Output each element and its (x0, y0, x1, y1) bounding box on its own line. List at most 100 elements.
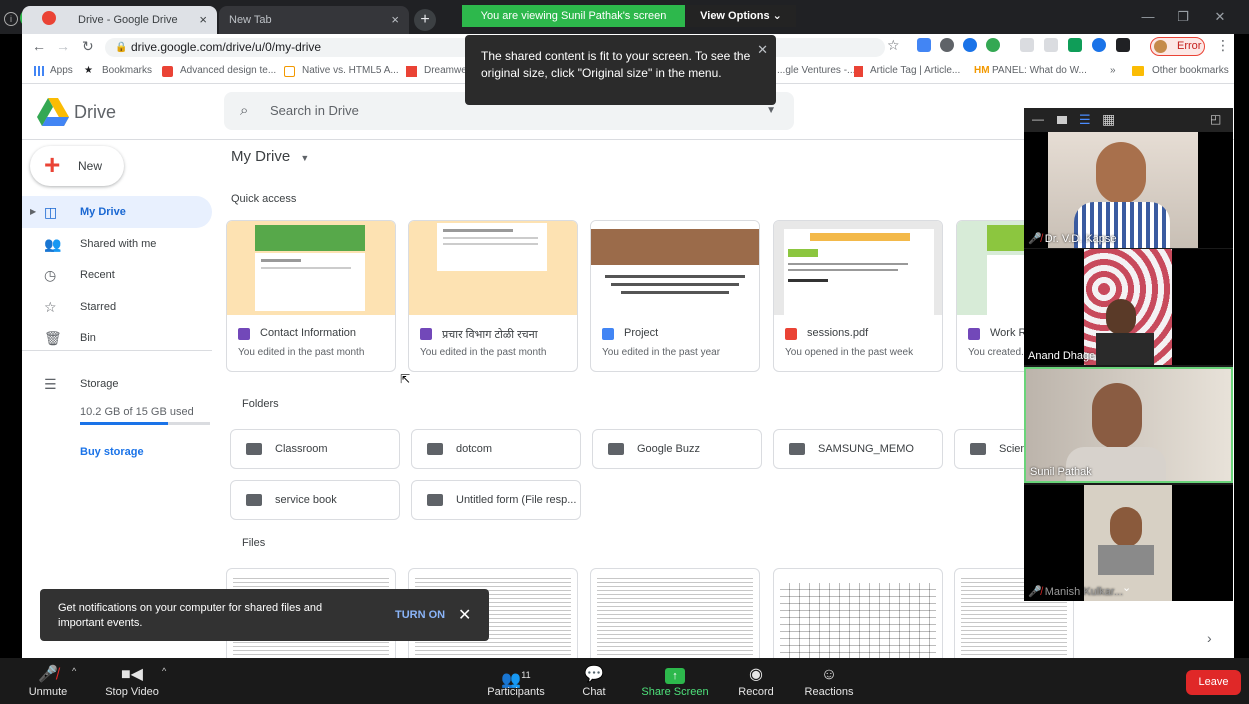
chat-icon: 💬 (584, 666, 604, 683)
adobe-icon (406, 66, 417, 77)
quick-access-card[interactable]: Project You edited in the past year (590, 220, 760, 372)
extension-icon[interactable] (917, 38, 931, 52)
chevron-down-icon[interactable]: ⌄ (1122, 581, 1131, 594)
browser-tab-bar: i ✓ Drive - Google Drive × New Tab × + Y… (0, 0, 1249, 34)
folder-name: SAMSUNG_MEMO (818, 443, 914, 455)
stop-video-button[interactable]: ■◀ Stop Video (100, 658, 164, 704)
folder-name: dotcom (456, 443, 493, 455)
extension-icon[interactable] (1020, 38, 1034, 52)
bookmark-advanced-design[interactable]: Advanced design te... (180, 65, 276, 76)
minimize-icon[interactable]: — (1032, 112, 1044, 126)
video-tile[interactable]: Anand Dhage (1024, 249, 1233, 365)
close-icon[interactable]: ✕ (458, 605, 471, 625)
reload-icon[interactable]: ↻ (82, 38, 94, 55)
record-label: Record (738, 686, 774, 698)
gallery-view-icon[interactable]: ▦ (1102, 111, 1115, 128)
participants-icon: 👥11 (501, 670, 531, 689)
video-tile[interactable]: 🎤̸ Manish Kulkar... ⌄ (1024, 485, 1233, 601)
folder-icon (789, 443, 805, 455)
file-card[interactable] (773, 568, 943, 658)
bookmark-bookmarks[interactable]: Bookmarks (102, 65, 152, 76)
view-options-button[interactable]: View Options ⌄ (686, 5, 796, 27)
avatar (1154, 40, 1167, 53)
sidebar-item-storage[interactable]: ☰ Storage (22, 368, 212, 400)
sidebar-item-starred[interactable]: ☆ Starred (22, 291, 212, 323)
participant-video (1084, 249, 1172, 365)
tab-new-tab[interactable]: New Tab × (219, 6, 409, 34)
form-icon (968, 328, 980, 340)
bookmark-panel[interactable]: PANEL: What do W... (992, 65, 1087, 76)
single-view-icon[interactable] (1057, 116, 1067, 124)
video-tile[interactable]: 🎤̸ Dr. V.D. Kapse (1024, 132, 1233, 248)
extension-icon[interactable] (940, 38, 954, 52)
sidebar-item-shared[interactable]: 👥 Shared with me (22, 228, 212, 260)
extension-icon[interactable] (986, 38, 1000, 52)
close-window-icon[interactable]: ✕ (1200, 6, 1240, 28)
file-title: Contact Information (260, 327, 356, 339)
page-title[interactable]: My Drive ▼ (231, 148, 309, 165)
close-icon[interactable]: ✕ (757, 41, 768, 58)
speaker-view-icon[interactable]: ☰ (1079, 112, 1091, 128)
reactions-button[interactable]: ☺ Reactions (802, 658, 856, 704)
tooltip-text: The shared content is fit to your screen… (481, 49, 751, 80)
new-tab-button[interactable]: + (414, 9, 436, 31)
video-tile-active-speaker[interactable]: Sunil Pathak (1024, 367, 1233, 483)
minimize-icon[interactable]: — (1128, 6, 1168, 28)
leave-button[interactable]: Leave (1186, 670, 1241, 695)
browser-menu-icon[interactable]: ⋮ (1216, 37, 1230, 54)
folder-item[interactable]: SAMSUNG_MEMO (773, 429, 943, 469)
bookmark-article-tag[interactable]: Article Tag | Article... (870, 65, 960, 76)
close-tab-icon[interactable]: × (391, 12, 399, 27)
unmute-button[interactable]: 🎤̸ Unmute (20, 658, 76, 704)
folder-item[interactable]: Classroom (230, 429, 400, 469)
folder-item[interactable]: Untitled form (File resp... (411, 480, 581, 520)
turn-on-button[interactable]: TURN ON (395, 609, 445, 621)
participant-name: Anand Dhage (1028, 350, 1096, 362)
new-button[interactable]: + New (30, 146, 124, 186)
extension-icon[interactable] (1068, 38, 1082, 52)
other-bookmarks[interactable]: Other bookmarks (1152, 65, 1229, 76)
sidebar-item-my-drive[interactable]: ▶ ◫ My Drive (22, 196, 212, 228)
quick-access-card[interactable]: Contact Information You edited in the pa… (226, 220, 396, 372)
quick-access-card[interactable]: sessions.pdf You opened in the past week (773, 220, 943, 372)
zoom-info-icon[interactable]: i (4, 12, 18, 26)
extension-icon[interactable] (1044, 38, 1058, 52)
extension-icon[interactable] (1116, 38, 1130, 52)
exit-panel-icon[interactable]: ◰ (1210, 112, 1221, 126)
folder-item[interactable]: service book (230, 480, 400, 520)
audio-options-icon[interactable]: ^ (72, 666, 76, 676)
scroll-right-icon[interactable]: › (1207, 630, 1212, 646)
participants-button[interactable]: 👥11 Participants (484, 658, 548, 704)
bookmark-apps[interactable]: Apps (50, 65, 73, 76)
extension-icon[interactable] (1092, 38, 1106, 52)
file-activity: You created... (968, 347, 1030, 358)
bookmark-ventures[interactable]: ...gle Ventures -... (777, 65, 855, 76)
folder-item[interactable]: Google Buzz (592, 429, 762, 469)
buy-storage-link[interactable]: Buy storage (80, 446, 144, 458)
bookmark-star-icon[interactable]: ☆ (887, 37, 900, 54)
profile-error-button[interactable]: Error (1150, 37, 1205, 56)
record-button[interactable]: ◉ Record (734, 658, 778, 704)
expand-arrow-icon[interactable]: ▶ (30, 196, 36, 228)
bookmark-native-vs-html5[interactable]: Native vs. HTML5 A... (302, 65, 399, 76)
maximize-icon[interactable]: ❐ (1163, 6, 1203, 28)
video-options-icon[interactable]: ^ (162, 666, 166, 676)
folder-icon (1132, 66, 1144, 76)
share-screen-button[interactable]: ↑ Share Screen (638, 658, 712, 704)
folder-item[interactable]: dotcom (411, 429, 581, 469)
hm-icon: HM (974, 65, 990, 76)
extension-icon[interactable] (963, 38, 977, 52)
file-thumbnail (774, 221, 942, 315)
forward-icon[interactable]: → (56, 38, 70, 54)
sidebar-item-label: Shared with me (80, 238, 157, 250)
close-tab-icon[interactable]: × (199, 12, 207, 27)
back-icon[interactable]: ← (32, 38, 46, 54)
file-thumbnail (591, 221, 759, 315)
file-card[interactable] (590, 568, 760, 658)
form-icon (420, 328, 432, 340)
quick-access-card[interactable]: प्रचार विभाग टोळी रचना You edited in the… (408, 220, 578, 372)
video-camera-icon: ■◀ (121, 666, 143, 683)
sidebar-item-recent[interactable]: ◷ Recent (22, 259, 212, 291)
bookmarks-overflow-button[interactable]: » (1110, 65, 1116, 76)
chat-button[interactable]: 💬 Chat (574, 658, 614, 704)
